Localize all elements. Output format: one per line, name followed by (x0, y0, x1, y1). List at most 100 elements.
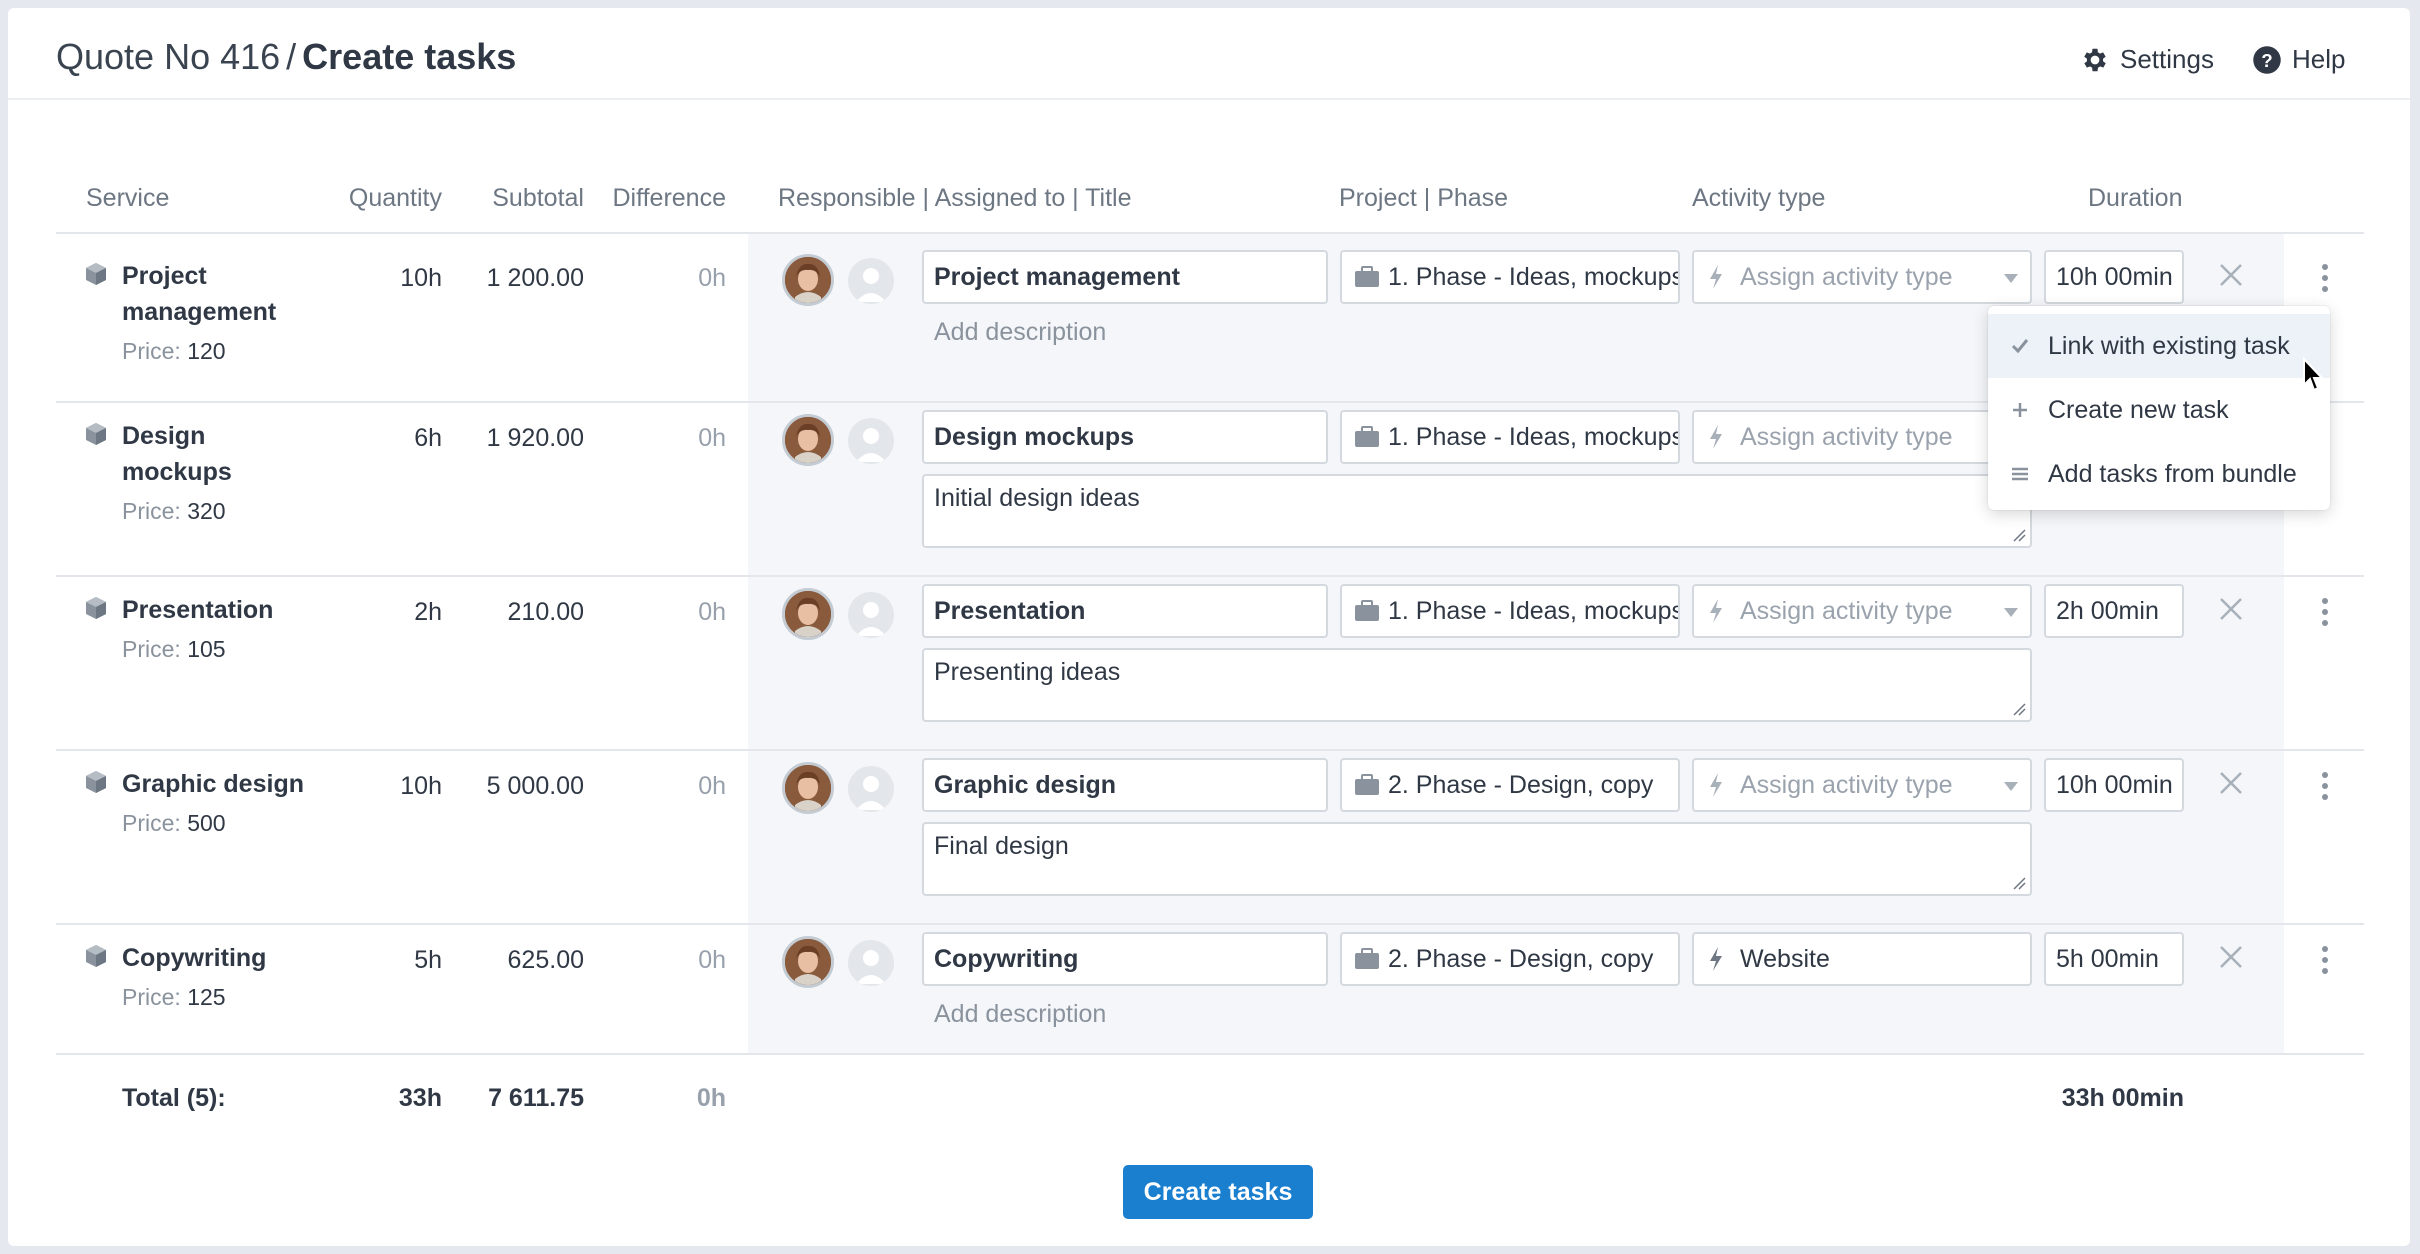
difference-value: 0h (698, 772, 726, 800)
menu-item-create-new[interactable]: Create new task (1988, 378, 2330, 442)
quantity-value: 10h (400, 264, 442, 292)
breadcrumb-quote[interactable]: Quote No 416 (56, 36, 280, 77)
close-icon[interactable] (2216, 594, 2246, 624)
task-title-input[interactable]: Presentation (922, 584, 1328, 638)
package-icon (86, 597, 106, 619)
col-activity: Activity type (1692, 184, 1826, 212)
menu-item-link-existing[interactable]: Link with existing task (1988, 314, 2330, 378)
duration-input[interactable]: 5h 00min (2044, 932, 2184, 986)
task-title-input[interactable]: Graphic design (922, 758, 1328, 812)
service-price: Price: 105 (122, 636, 226, 662)
responsible-avatar[interactable] (782, 762, 834, 814)
breadcrumb-separator: / (286, 36, 297, 77)
duration-input[interactable]: 10h 00min (2044, 758, 2184, 812)
package-icon (86, 263, 106, 285)
add-description-link[interactable]: Add description (934, 1000, 1106, 1029)
quantity-value: 10h (400, 772, 442, 800)
divider (56, 749, 2364, 751)
project-phase-select[interactable]: 2. Phase - Design, copy (1340, 932, 1680, 986)
page-title-text: Create tasks (302, 36, 517, 77)
subtotal-value: 1 920.00 (486, 424, 584, 452)
briefcase-icon (1355, 774, 1379, 795)
resize-grip-icon[interactable] (2012, 528, 2026, 542)
subtotal-value: 210.00 (507, 598, 584, 626)
difference-value: 0h (698, 424, 726, 452)
responsible-avatar[interactable] (782, 414, 834, 466)
service-price: Price: 320 (122, 498, 226, 524)
check-icon (2011, 339, 2029, 354)
list-icon (2012, 467, 2028, 481)
resize-grip-icon[interactable] (2012, 702, 2026, 716)
description-textarea[interactable]: Final design (922, 822, 2032, 896)
package-icon (86, 771, 106, 793)
assignee-avatar-empty[interactable] (848, 766, 894, 812)
gear-icon (2084, 48, 2106, 71)
close-icon[interactable] (2216, 942, 2246, 972)
add-description-link[interactable]: Add description (934, 318, 1106, 347)
bolt-icon (1710, 425, 1722, 449)
responsible-avatar[interactable] (782, 254, 834, 306)
menu-item-label: Link with existing task (2048, 331, 2290, 360)
responsible-avatar[interactable] (782, 588, 834, 640)
service-name: Copywriting (122, 944, 267, 972)
description-textarea[interactable]: Initial design ideas (922, 474, 2032, 548)
briefcase-icon (1355, 266, 1379, 287)
page-title: Quote No 416/Create tasks (56, 36, 516, 78)
menu-item-add-from-bundle[interactable]: Add tasks from bundle (1988, 442, 2330, 506)
col-difference: Difference (612, 184, 727, 212)
project-phase-select[interactable]: 1. Phase - Ideas, mockups (1340, 584, 1680, 638)
help-button[interactable]: ? Help (2252, 44, 2345, 75)
activity-type-select[interactable]: Assign activity type (1692, 758, 2032, 812)
quantity-value: 6h (414, 424, 442, 452)
plus-icon (2013, 403, 2027, 417)
activity-type-select[interactable]: Assign activity type (1692, 250, 2032, 304)
description-textarea[interactable]: Presenting ideas (922, 648, 2032, 722)
service-name: Graphic design (122, 770, 304, 798)
total-difference: 0h (696, 1084, 726, 1112)
close-icon[interactable] (2216, 260, 2246, 290)
duration-input[interactable]: 2h 00min (2044, 584, 2184, 638)
difference-value: 0h (698, 598, 726, 626)
col-responsible: Responsible | Assigned to | Title (778, 184, 1132, 212)
resize-grip-icon[interactable] (2012, 876, 2026, 890)
duration-input[interactable]: 10h 00min (2044, 250, 2184, 304)
project-phase-select[interactable]: 1. Phase - Ideas, mockups (1340, 250, 1680, 304)
row-menu-button[interactable] (2319, 772, 2331, 802)
col-quantity: Quantity (348, 184, 442, 212)
service-name: Project management (122, 262, 277, 326)
responsible-avatar[interactable] (782, 936, 834, 988)
chevron-down-icon (2004, 782, 2018, 791)
activity-type-select[interactable]: Website (1692, 932, 2032, 986)
assignee-avatar-empty[interactable] (848, 592, 894, 638)
package-icon (86, 423, 106, 445)
task-title-input[interactable]: Project management (922, 250, 1328, 304)
assignee-avatar-empty[interactable] (848, 418, 894, 464)
assignee-avatar-empty[interactable] (848, 258, 894, 304)
mouse-cursor-icon (2303, 357, 2325, 392)
row-action-menu: Link with existing task Create new task … (1988, 306, 2330, 510)
task-title-input[interactable]: Copywriting (922, 932, 1328, 986)
total-subtotal: 7 611.75 (488, 1084, 584, 1112)
project-phase-select[interactable]: 2. Phase - Design, copy (1340, 758, 1680, 812)
assignee-avatar-empty[interactable] (848, 940, 894, 986)
menu-item-label: Create new task (2048, 395, 2229, 424)
task-title-input[interactable]: Design mockups (922, 410, 1328, 464)
activity-type-select[interactable]: Assign activity type (1692, 410, 2032, 464)
difference-value: 0h (698, 264, 726, 292)
col-duration: Duration (2088, 184, 2183, 212)
activity-type-select[interactable]: Assign activity type (1692, 584, 2032, 638)
col-project: Project | Phase (1339, 184, 1509, 212)
row-menu-button[interactable] (2319, 598, 2331, 628)
row-menu-button[interactable] (2319, 946, 2331, 976)
bolt-icon (1710, 265, 1722, 289)
close-icon[interactable] (2216, 768, 2246, 798)
create-tasks-button[interactable]: Create tasks (1123, 1165, 1313, 1219)
project-phase-select[interactable]: 1. Phase - Ideas, mockups (1340, 410, 1680, 464)
divider (56, 232, 2364, 234)
divider (56, 575, 2364, 577)
help-label: Help (2292, 44, 2346, 74)
row-menu-button[interactable] (2319, 264, 2331, 294)
settings-label: Settings (2120, 44, 2214, 74)
settings-button[interactable]: Settings (2080, 44, 2214, 75)
divider (56, 923, 2364, 925)
